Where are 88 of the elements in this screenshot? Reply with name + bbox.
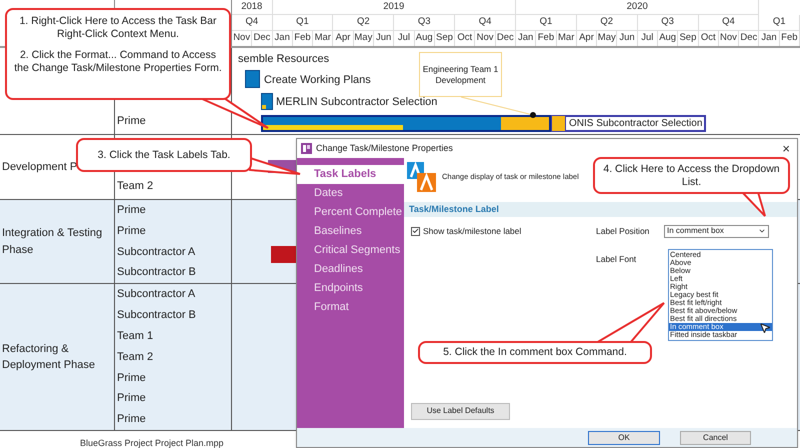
- sidebar-tab[interactable]: Percent Complete: [297, 203, 404, 222]
- sidebar-tab[interactable]: Format: [297, 298, 404, 317]
- year-header: 2019: [383, 0, 404, 14]
- task-label: MERLIN Subcontractor Selection: [276, 95, 438, 110]
- cancel-button[interactable]: Cancel: [680, 430, 751, 444]
- month-header: Jun: [619, 31, 635, 46]
- month-header: Feb: [781, 31, 798, 46]
- month-header: Nov: [233, 31, 250, 46]
- resource-name: Subcontractor A: [117, 287, 196, 302]
- sidebar-tab[interactable]: Endpoints: [297, 279, 404, 298]
- section-header: Task/Milestone Label: [404, 202, 797, 217]
- resource-name: Subcontractor A: [117, 244, 196, 260]
- month-header: Sep: [436, 31, 453, 46]
- label-position-select[interactable]: In comment box: [664, 224, 769, 238]
- month-header: Jan: [518, 31, 534, 46]
- quarter-header: Q2: [600, 15, 614, 30]
- sidebar-tab[interactable]: Baselines: [297, 222, 404, 241]
- month-header: Feb: [538, 31, 554, 46]
- callout: 5. Click the In comment box Command.: [418, 341, 652, 364]
- quarter-header: Q3: [661, 15, 674, 30]
- resource-name: Team 1: [117, 328, 154, 344]
- close-button[interactable]: ×: [779, 142, 793, 155]
- month-header: Dec: [740, 31, 758, 46]
- quarter-header: Q2: [357, 15, 370, 30]
- quarter-header: Q1: [772, 15, 786, 30]
- month-header: Jan: [274, 31, 290, 46]
- resource-name: Prime: [117, 391, 146, 406]
- month-header: Jun: [376, 31, 392, 46]
- app-icon: [301, 143, 312, 154]
- quarter-header: Q4: [245, 15, 258, 30]
- field-label: Label Font: [596, 252, 638, 266]
- task-label: Create Working Plans: [264, 73, 371, 88]
- file-name: BlueGrass Project Project Plan.mpp: [80, 438, 224, 448]
- resource-name: Subcontractor B: [117, 308, 196, 324]
- sidebar-tab[interactable]: Deadlines: [297, 260, 404, 279]
- resource-name: Team 2: [117, 179, 154, 194]
- month-header: Nov: [476, 31, 494, 46]
- comment-box: Engineering Team 1 Development: [419, 52, 502, 97]
- show-label-checkbox[interactable]: Show task/milestone label: [411, 224, 522, 238]
- month-header: Sep: [679, 31, 696, 46]
- task-bar: [271, 246, 298, 263]
- quarter-header: Q1: [540, 15, 552, 30]
- month-header: Mar: [558, 31, 574, 46]
- month-header: Nov: [720, 31, 737, 46]
- month-header: Dec: [253, 31, 270, 46]
- month-header: Jul: [641, 31, 654, 46]
- quarter-header: Q3: [418, 15, 431, 30]
- month-header: Dec: [496, 31, 514, 46]
- phase-name: Integration & Testing Phase: [2, 226, 104, 258]
- month-header: Mar: [314, 31, 331, 46]
- month-header: Jul: [398, 31, 410, 46]
- quarter-header: Q4: [722, 15, 735, 30]
- resource-name: Prime: [117, 412, 146, 428]
- milestone-bar: [245, 70, 260, 88]
- month-header: Apr: [336, 31, 350, 46]
- sidebar-tab[interactable]: Dates: [297, 184, 404, 203]
- month-header: Aug: [659, 31, 676, 46]
- resource-name: Prime: [117, 114, 146, 130]
- month-header: May: [354, 31, 372, 46]
- resource-name: Subcontractor B: [117, 265, 196, 280]
- check-icon: [412, 227, 419, 235]
- resource-name: Team 2: [117, 350, 154, 365]
- month-header: Apr: [579, 31, 594, 46]
- month-header: Aug: [416, 31, 433, 46]
- resource-name: Prime: [117, 370, 146, 386]
- phase-name: Refactoring & Deployment Phase: [2, 342, 96, 373]
- resource-name: Prime: [117, 203, 146, 218]
- task-label: semble Resources: [238, 52, 330, 67]
- quarter-header: Q1: [296, 15, 309, 30]
- font-icon: [407, 162, 437, 192]
- resource-name: Prime: [117, 224, 146, 239]
- year-header: 2018: [241, 0, 262, 14]
- field-label: Label Position: [596, 224, 650, 238]
- dialog-title: Change Task/Milestone Properties: [316, 142, 453, 155]
- callout: 1. Right-Click Here to Access the Task Bar Right-Click Context Menu. 2. Click the Format... Command to Access the Change Task/Milestone Properties Form.: [5, 8, 231, 100]
- phase-name: Development P: [2, 160, 78, 175]
- sidebar-tab[interactable]: Critical Segments: [297, 241, 404, 260]
- ok-button[interactable]: OK: [588, 430, 660, 444]
- month-header: May: [598, 31, 616, 46]
- quarter-header: Q4: [478, 15, 492, 30]
- callout: 3. Click the Task Labels Tab.: [76, 138, 252, 172]
- month-header: Feb: [294, 31, 311, 46]
- year-header: 2020: [626, 0, 648, 14]
- month-header: Jan: [761, 31, 777, 46]
- month-header: Oct: [700, 31, 716, 46]
- use-label-defaults-button[interactable]: Use Label Defaults: [411, 402, 510, 420]
- task-bar: [261, 93, 273, 110]
- month-header: Oct: [457, 31, 472, 46]
